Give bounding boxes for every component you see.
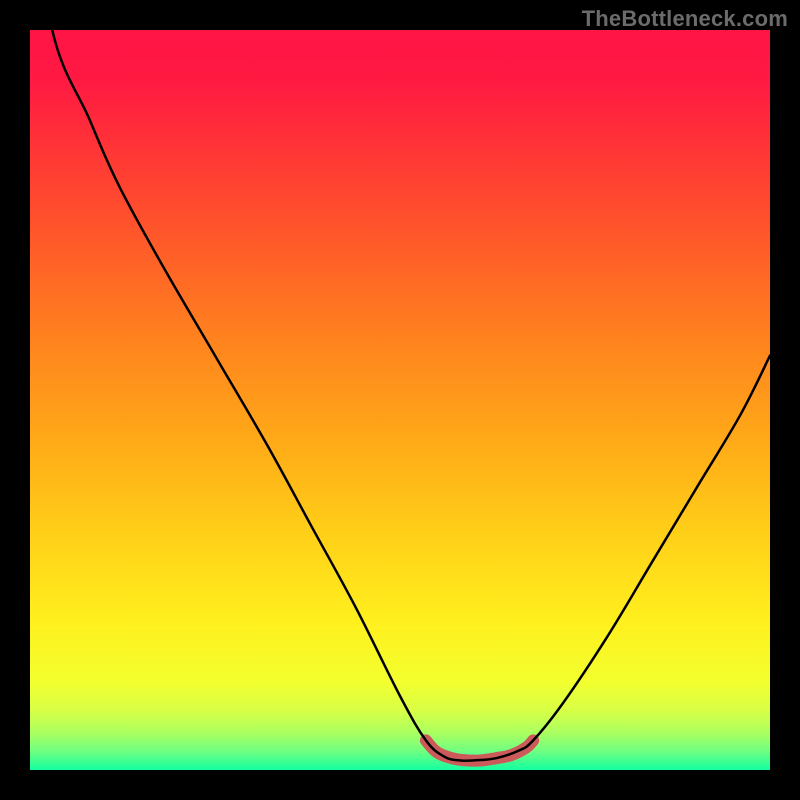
curve-layer [30, 30, 770, 770]
plot-area [30, 30, 770, 770]
chart-outer-frame: TheBottleneck.com [0, 0, 800, 800]
watermark-label: TheBottleneck.com [582, 6, 788, 32]
bottleneck-curve [30, 30, 770, 761]
